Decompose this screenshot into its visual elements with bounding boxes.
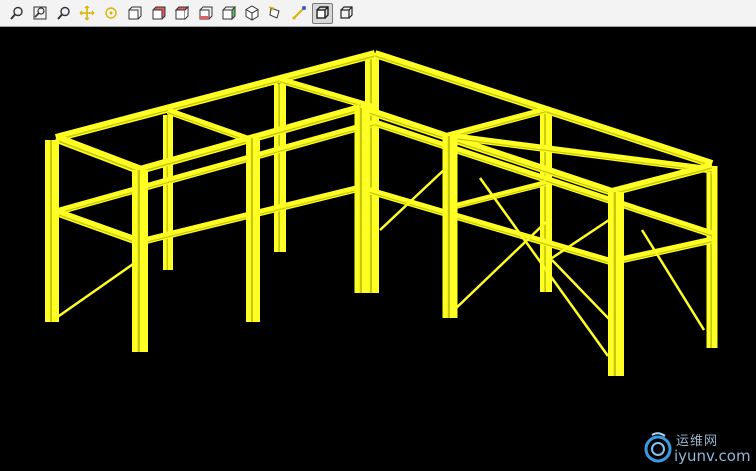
beam-mid-ret-2 (611, 236, 713, 266)
pan-button[interactable] (77, 3, 98, 24)
wireframe-cube-button[interactable] (335, 3, 356, 24)
zoom-button[interactable] (6, 3, 27, 24)
view-back-icon (152, 6, 165, 20)
center-button[interactable] (100, 3, 121, 24)
watermark-logo-icon (644, 432, 672, 463)
view-front-button[interactable] (124, 3, 145, 24)
column-back-4-flange (544, 113, 546, 292)
column-front-1-flange (49, 140, 52, 322)
zoom-dynamic-icon (56, 6, 70, 20)
zoom-dynamic-button[interactable] (53, 3, 74, 24)
center-icon (104, 7, 117, 19)
3d-viewport[interactable] (0, 27, 756, 471)
rotate-button[interactable] (265, 3, 286, 24)
wireframe-cube-icon (339, 6, 353, 19)
beam-top-bay-2-edge (279, 81, 376, 111)
structure-frame-model (45, 50, 718, 376)
zoom-icon (9, 6, 23, 20)
column-front-4-flange (359, 108, 362, 293)
beam-top-ret-1-edge (447, 111, 547, 139)
beam-mid-left-end-edge (55, 213, 141, 245)
view-toolbar (0, 0, 756, 27)
view-left-icon (222, 5, 236, 21)
beam-mid-ret-1 (447, 180, 547, 211)
model-viewer-window: 运维网 iyunv.com (0, 0, 756, 471)
beam-top-bay-1-edge (167, 112, 251, 143)
axes-icon (292, 6, 306, 20)
zoom-window-icon (33, 6, 47, 20)
axes-button[interactable] (288, 3, 309, 24)
beam-mid-ret-1-edge (447, 183, 547, 211)
beam-mid-left-end (54, 208, 142, 246)
beam-mid-back-left-edge (55, 124, 376, 215)
beam-top-bay-1 (166, 107, 252, 144)
shaded-cube-button[interactable] (311, 2, 333, 24)
view-top-icon (174, 5, 189, 20)
site-watermark: 运维网 iyunv.com (638, 427, 751, 467)
column-back-5-flange (710, 166, 712, 348)
view-iso-button[interactable] (241, 3, 262, 24)
view-bottom-icon (199, 6, 212, 20)
beam-top-left-end-edge (55, 139, 141, 174)
column-back-2-flange (278, 84, 280, 252)
pan-icon (79, 5, 95, 21)
beam-top-ret-2 (610, 162, 714, 196)
beam-top-ret-1 (447, 106, 547, 140)
column-front-3-flange (250, 138, 253, 322)
column-back-1-flange (166, 115, 168, 270)
column-front-5-flange (447, 136, 450, 318)
zoom-window-button[interactable] (30, 3, 51, 24)
rotate-icon (268, 6, 280, 19)
brace-1 (55, 260, 137, 320)
shaded-cube-icon (316, 6, 329, 19)
beam-top-left-end (54, 133, 142, 175)
column-front-2-flange (137, 170, 140, 352)
view-iso-icon (245, 5, 258, 21)
beam-top-bay-2 (279, 76, 376, 112)
watermark-domain-text: iyunv.com (674, 447, 751, 465)
view-top-button[interactable] (171, 3, 192, 24)
beam-top-ret-2-edge (611, 167, 713, 195)
view-front-icon (128, 6, 142, 20)
column-front-6-flange (613, 192, 616, 376)
view-bottom-button[interactable] (194, 3, 215, 24)
column-back-3-flange (369, 53, 372, 293)
view-left-button[interactable] (218, 3, 239, 24)
view-back-button[interactable] (147, 3, 168, 24)
brace-2 (451, 221, 547, 313)
